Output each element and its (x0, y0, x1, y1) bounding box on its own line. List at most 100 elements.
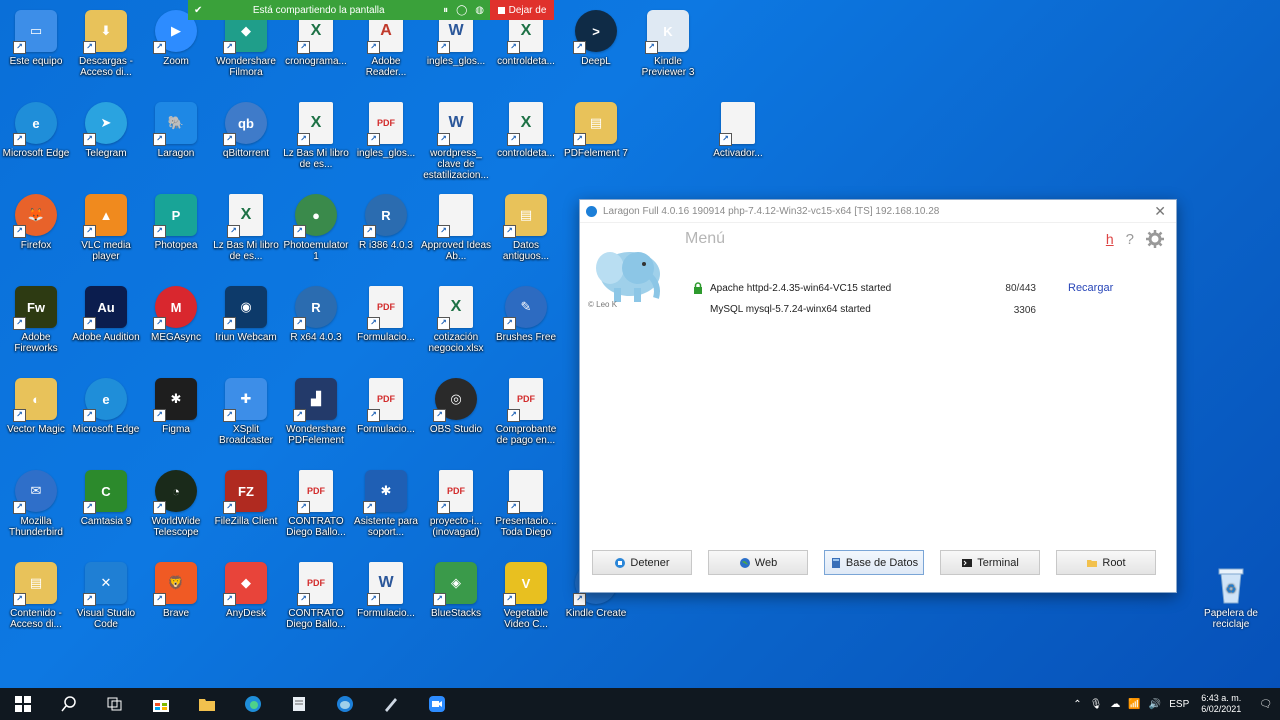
desktop-icon[interactable]: ✚ ↗ XSplit Broadcaster (210, 374, 282, 464)
stop-sharing-button[interactable]: Dejar de (490, 0, 554, 20)
desktop-icon[interactable]: Au ↗ Adobe Audition (70, 282, 142, 372)
taskbar-laragon[interactable] (322, 688, 368, 720)
web-button[interactable]: Web (708, 550, 808, 575)
desktop-icon[interactable]: FZ ↗ FileZilla Client (210, 466, 282, 556)
desktop-icon[interactable]: e ↗ Microsoft Edge (70, 374, 142, 464)
desktop-icon[interactable]: X ↗ Lz Bas Mi libro de es... (280, 98, 352, 188)
help-icon[interactable]: ? (1126, 231, 1134, 248)
desktop-icon[interactable]: ↗ Presentacio... Toda Diego (490, 466, 562, 556)
desktop-icon[interactable]: ◐ ↗ Vector Magic (0, 374, 72, 464)
desktop-icon[interactable]: PDF ↗ CONTRATO Diego Ballo... (280, 558, 352, 648)
desktop-icon[interactable]: e ↗ Microsoft Edge (0, 98, 72, 188)
pause-icon[interactable]: ⏸ (443, 5, 448, 16)
menu-button[interactable]: Menú (685, 230, 725, 248)
clock[interactable]: 6:43 a. m. 6/02/2021 (1201, 693, 1241, 715)
hosts-icon[interactable]: h (1106, 231, 1114, 247)
desktop-icon[interactable]: ➤ ↗ Telegram (70, 98, 142, 188)
notification-icon[interactable]: 🗨 (1259, 699, 1272, 710)
network-icon[interactable]: 📶 (1128, 699, 1140, 710)
desktop-icon[interactable]: ↗ Approved Ideas Ab... (420, 190, 492, 280)
chat-icon[interactable]: ◍ (475, 5, 484, 16)
desktop-icon[interactable]: W ↗ wordpress_ clave de estatilizacion... (420, 98, 492, 188)
desktop-icon[interactable]: ✕ ↗ Visual Studio Code (70, 558, 142, 648)
desktop-icon-image: PDF ↗ (507, 378, 543, 422)
terminal-button[interactable]: Terminal (940, 550, 1040, 575)
desktop-icon-label: Kindle Create (565, 608, 627, 619)
desktop-icon[interactable]: C ↗ Camtasia 9 (70, 466, 142, 556)
desktop-icon[interactable]: R ↗ R x64 4.0.3 (280, 282, 352, 372)
desktop-icon-recycle-bin[interactable]: ♻ Papelera de reciclaje (1196, 565, 1266, 630)
chevron-up-icon[interactable]: ⌃ (1073, 699, 1081, 710)
service-apache-port: 80/443 (1005, 283, 1036, 294)
shortcut-arrow-icon: ↗ (367, 133, 380, 146)
desktop-icon[interactable]: ◈ ↗ BlueStacks (420, 558, 492, 648)
taskbar-notes[interactable] (276, 688, 322, 720)
gear-icon[interactable] (1146, 230, 1164, 248)
desktop-icon[interactable]: M ↗ MEGAsync (140, 282, 212, 372)
start-button[interactable] (0, 688, 46, 720)
desktop-icon[interactable]: ⬇ ↗ Descargas - Acceso di... (70, 6, 142, 96)
onedrive-icon[interactable]: ☁ (1110, 699, 1120, 710)
desktop-icon[interactable]: PDF ↗ ingles_glos... (350, 98, 422, 188)
desktop-icon-label: XSplit Broadcaster (219, 424, 273, 446)
desktop-icon[interactable]: Fw ↗ Adobe Fireworks (0, 282, 72, 372)
desktop-icon[interactable]: PDF ↗ proyecto-i... (inovagad) (420, 466, 492, 556)
root-button[interactable]: Root (1056, 550, 1156, 575)
desktop-icon[interactable]: 🦊 ↗ Firefox (0, 190, 72, 280)
desktop-icon[interactable]: qb ↗ qBittorrent (210, 98, 282, 188)
desktop-icon-image: 🐘 ↗ (153, 102, 197, 146)
desktop-icon[interactable]: ↗ Activador... (702, 98, 774, 188)
close-icon[interactable]: ✕ (1150, 203, 1170, 220)
desktop-icon[interactable]: 🦁 ↗ Brave (140, 558, 212, 648)
desktop-icon[interactable]: ▤ ↗ PDFelement 7 (560, 98, 632, 188)
desktop-icon[interactable]: V ↗ Vegetable Video C... (490, 558, 562, 648)
desktop-icon[interactable]: > ↗ DeepL (560, 6, 632, 96)
desktop-icon-label: Descargas - Acceso di... (79, 56, 133, 78)
desktop-icon[interactable]: 🐘 ↗ Laragon (140, 98, 212, 188)
desktop-icon[interactable]: ◎ ↗ OBS Studio (420, 374, 492, 464)
desktop-icon[interactable]: ◆ ↗ AnyDesk (210, 558, 282, 648)
desktop-icon[interactable]: ▤ ↗ Datos antiguos... (490, 190, 562, 280)
desktop-icon[interactable]: PDF ↗ Comprobante de pago en... (490, 374, 562, 464)
notepad-icon (293, 697, 305, 711)
database-button[interactable]: Base de Datos (824, 550, 924, 575)
desktop-icon[interactable]: K ↗ Kindle Previewer 3 (632, 6, 704, 96)
desktop-icon[interactable]: ▟ ↗ Wondershare PDFelement (280, 374, 352, 464)
volume-icon[interactable]: 🔊 (1149, 699, 1161, 710)
desktop-icon[interactable]: ◔ ↗ WorldWide Telescope (140, 466, 212, 556)
desktop-icon[interactable]: R ↗ R i386 4.0.3 (350, 190, 422, 280)
desktop-icon[interactable]: ✎ ↗ Brushes Free (490, 282, 562, 372)
stop-button[interactable]: Detener (592, 550, 692, 575)
desktop-icon[interactable]: ▭ ↗ Este equipo (0, 6, 72, 96)
taskbar-steam[interactable] (368, 688, 414, 720)
desktop-icon[interactable]: ▤ ↗ Contenido - Acceso di... (0, 558, 72, 648)
desktop-icon-image: ▭ ↗ (13, 10, 57, 54)
desktop-icon[interactable]: ◉ ↗ Iriun Webcam (210, 282, 282, 372)
settings-circle-icon[interactable]: ◯ (456, 5, 467, 16)
desktop-icon[interactable]: ▲ ↗ VLC media player (70, 190, 142, 280)
desktop-icon[interactable]: X ↗ cotización negocio.xlsx (420, 282, 492, 372)
desktop-icon[interactable]: X ↗ Lz Bas Mi libro de es... (210, 190, 282, 280)
taskbar-store[interactable] (138, 688, 184, 720)
taskbar-search[interactable] (46, 688, 92, 720)
window-titlebar[interactable]: Laragon Full 4.0.16 190914 php-7.4.12-Wi… (580, 200, 1176, 223)
task-view-button[interactable] (92, 688, 138, 720)
desktop-icon[interactable]: P ↗ Photopea (140, 190, 212, 280)
reload-link[interactable]: Recargar (1068, 282, 1113, 294)
desktop-icon[interactable]: X ↗ controldeta... (490, 98, 562, 188)
desktop-icon[interactable]: ● ↗ Photoemulator 1 (280, 190, 352, 280)
desktop-icon[interactable]: ✱ ↗ Asistente para soport... (350, 466, 422, 556)
desktop-icon[interactable]: PDF ↗ Formulacio... (350, 374, 422, 464)
taskbar-file-explorer[interactable] (184, 688, 230, 720)
desktop-icon-image: ◉ ↗ (223, 286, 267, 330)
desktop-icon[interactable]: W ↗ Formulacio... (350, 558, 422, 648)
desktop-icon[interactable]: PDF ↗ CONTRATO Diego Ballo... (280, 466, 352, 556)
taskbar-zoom[interactable] (414, 688, 460, 720)
desktop-icon[interactable]: PDF ↗ Formulacio... (350, 282, 422, 372)
microphone-icon[interactable]: 🎙 (1090, 699, 1103, 710)
desktop-icon[interactable]: ✉ ↗ Mozilla Thunderbird (0, 466, 72, 556)
desktop-icon[interactable]: ✱ ↗ Figma (140, 374, 212, 464)
language-indicator[interactable]: ESP (1169, 699, 1189, 710)
desktop-icon-label: cotización negocio.xlsx (428, 332, 484, 354)
taskbar-edge[interactable] (230, 688, 276, 720)
